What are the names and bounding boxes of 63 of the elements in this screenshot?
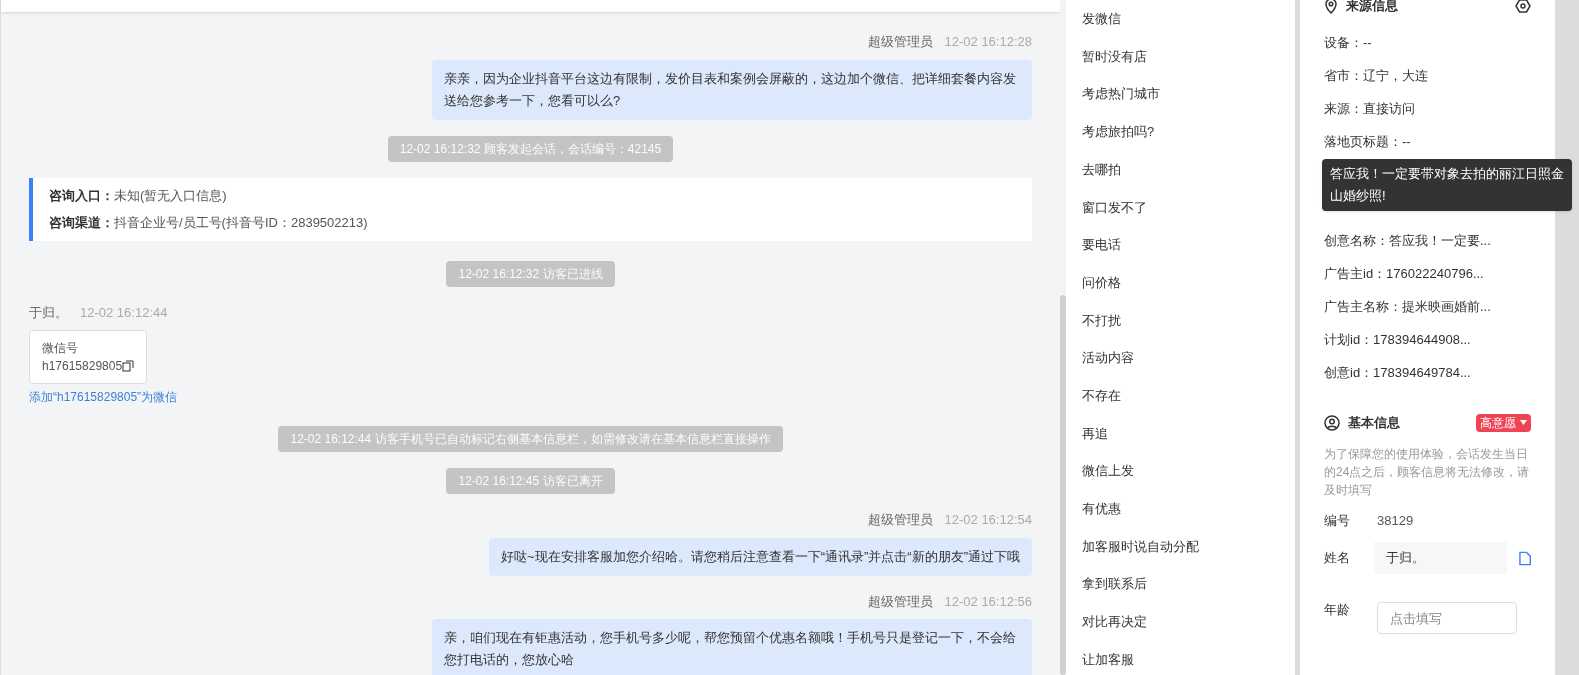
source-field: 广告主id：176022240796...	[1324, 257, 1531, 290]
section-title: 基本信息	[1348, 414, 1400, 432]
message-time: 12-02 16:12:54	[944, 511, 1032, 529]
source-field: 创意id：178394649784...	[1324, 356, 1531, 389]
quick-reply-item[interactable]: 对比再决定	[1082, 603, 1199, 641]
message-time: 12-02 16:12:28	[944, 33, 1032, 51]
name-field[interactable]: 于归。	[1373, 542, 1507, 574]
caret-icon	[1520, 420, 1527, 426]
sender-name: 于归。	[29, 303, 68, 322]
sender-name: 超级管理员	[867, 511, 933, 529]
input-field[interactable]: 点击填写	[1377, 602, 1517, 634]
sender-name: 超级管理员	[867, 33, 933, 51]
message-bubble: 亲亲，因为企业抖音平台这边有限制，发价目表和案例会屏蔽的，这边加个微信、把详细套餐内容发送给您参考一下，您看可以么?	[432, 59, 1032, 120]
wechat-id: h17615829805	[42, 358, 123, 375]
message-bubble: 亲，咱们现在有钜惠活动，您手机号多少呢，帮您预留个优惠名额哦！手机号只是登记一下，不会给您打电话的，您放心哈	[432, 619, 1032, 675]
quick-reply-item[interactable]: 让加客服	[1082, 640, 1199, 675]
quick-reply-item[interactable]: 要电话	[1082, 226, 1199, 264]
source-field: 创意名称：答应我！一定要...	[1324, 224, 1531, 257]
tooltip: 答应我！一定要带对象去拍的丽江日照金山婚纱照!	[1322, 159, 1572, 211]
quick-reply-item[interactable]: 考虑旅拍吗?	[1082, 113, 1199, 151]
sender-name: 超级管理员	[867, 592, 933, 611]
field-label: 编号	[1324, 511, 1351, 530]
source-field: 省市：辽宁，大连	[1324, 59, 1531, 92]
quick-reply-item[interactable]: 微信上发	[1082, 452, 1199, 490]
quick-reply-item[interactable]: 再追	[1082, 414, 1199, 453]
card-title: 微信号	[42, 340, 79, 357]
quick-reply-item[interactable]: 考虑热门城市	[1082, 75, 1199, 114]
info-value: 未知(暂无入口信息)	[114, 186, 227, 205]
quick-reply-item[interactable]: 窗口发不了	[1082, 188, 1199, 227]
quick-reply-item[interactable]: 不存在	[1082, 376, 1199, 415]
quick-reply-item[interactable]: 活动内容	[1082, 339, 1199, 377]
info-value: 抖音企业号/员工号(抖音号ID：2839502213)	[114, 214, 368, 232]
source-field: 来源：直接访问	[1324, 92, 1531, 125]
source-field: 计划id：178394644908...	[1324, 323, 1531, 356]
user-icon	[1324, 414, 1340, 431]
quick-reply-item[interactable]: 去哪拍	[1082, 150, 1199, 189]
quick-reply-item[interactable]: 加客服时说自动分配	[1082, 527, 1199, 566]
quick-reply-item[interactable]: 不打扰	[1082, 301, 1199, 340]
scrollbar[interactable]	[1060, 295, 1066, 675]
document-icon[interactable]	[1518, 550, 1531, 566]
quick-reply-item[interactable]: 有优惠	[1082, 489, 1199, 528]
intent-tag-dropdown[interactable]: 高意愿	[1476, 413, 1531, 432]
quick-reply-item[interactable]: 拿到联系后	[1082, 565, 1199, 603]
field-label: 年龄	[1324, 601, 1351, 620]
field-value: 38129	[1377, 511, 1414, 530]
source-field: 设备：--	[1324, 26, 1531, 59]
info-label: 咨询渠道：	[49, 214, 114, 232]
message-bubble: 好哒~现在安排客服加您介绍哈。请您稍后注意查看一下“通讯录”并点击“新的朋友”通过下哦	[489, 537, 1032, 576]
source-field: 广告主名称：提米映画婚前...	[1324, 290, 1531, 323]
info-label: 咨询入口：	[49, 186, 114, 205]
add-wechat-link[interactable]: 添加“h17615829805”为微信	[29, 388, 178, 406]
notice-text: 为了保障您的使用体验，会话发生当日的24点之后，顾客信息将无法修改，请及时填写	[1324, 445, 1531, 499]
copy-icon[interactable]	[122, 360, 135, 372]
location-pin-icon	[1324, 0, 1338, 14]
section-title: 来源信息	[1346, 0, 1398, 16]
field-label: 姓名	[1324, 549, 1351, 568]
quick-reply-item[interactable]: 问价格	[1082, 263, 1199, 302]
message-time: 12-02 16:12:56	[944, 592, 1032, 611]
settings-icon[interactable]	[1515, 0, 1531, 14]
quick-reply-item[interactable]: 发微信	[1082, 0, 1199, 38]
message-time: 12-02 16:12:44	[80, 303, 168, 322]
source-field: 落地页标题：--	[1324, 125, 1531, 158]
quick-reply-item[interactable]: 暂时没有店	[1082, 37, 1199, 76]
